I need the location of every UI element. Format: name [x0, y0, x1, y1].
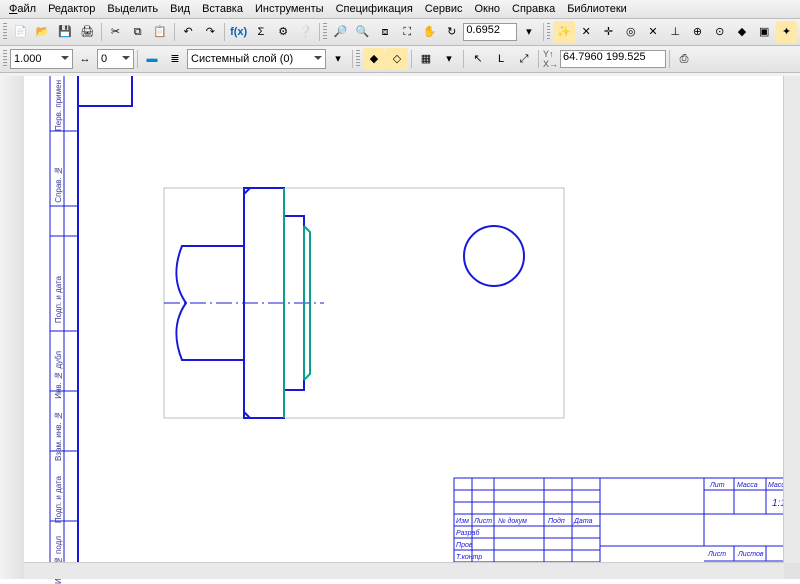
menu-window[interactable]: Окно	[469, 2, 505, 16]
sigma-icon[interactable]: Σ	[250, 21, 271, 43]
toolbar-properties: 1.000 ↔ 0 ▬ ≣ Системный слой (0) ▾ ◆ ◇ ▦…	[0, 46, 800, 73]
open-icon[interactable]: 📂	[32, 21, 53, 43]
snap-intersect-icon[interactable]: ✕	[642, 21, 663, 43]
side-label: Справ. №	[54, 166, 64, 203]
linetype-icon[interactable]: ↔	[74, 48, 96, 70]
toolbar-grip[interactable]	[3, 50, 7, 68]
zoom-dropdown-icon[interactable]: ▾	[518, 21, 539, 43]
layer-combo[interactable]: Системный слой (0)	[187, 49, 326, 69]
undo-icon[interactable]: ↶	[178, 21, 199, 43]
svg-text:Лист: Лист	[473, 518, 492, 525]
menu-bar: Файл Редактор Выделить Вид Вставка Инстр…	[0, 0, 800, 19]
zoom-fit-icon[interactable]: ⛶	[397, 21, 418, 43]
new-icon[interactable]: 📄	[10, 21, 31, 43]
copy-icon[interactable]: ⧉	[127, 21, 148, 43]
toolbar-grip[interactable]	[356, 50, 360, 68]
snap-mid-icon[interactable]: ✛	[598, 21, 619, 43]
svg-text:Разраб: Разраб	[456, 529, 480, 537]
step-combo[interactable]: 0	[97, 49, 134, 69]
snap-dyn-icon[interactable]: ✦	[776, 21, 797, 43]
side-label: Подп. и дата	[54, 476, 64, 523]
style-icon[interactable]: ▬	[141, 48, 163, 70]
zoom-out-icon[interactable]: 🔍	[352, 21, 373, 43]
paste-icon[interactable]: 📋	[149, 21, 170, 43]
grid-drop-icon[interactable]: ▾	[438, 48, 460, 70]
menu-help[interactable]: Справка	[507, 2, 560, 16]
svg-text:№ докум: № докум	[498, 517, 527, 525]
layers-icon[interactable]: ≣	[164, 48, 186, 70]
misc-btn-icon[interactable]: ⎙	[673, 48, 695, 70]
zoom-in-icon[interactable]: 🔎	[330, 21, 351, 43]
redo-icon[interactable]: ↷	[200, 21, 221, 43]
drawing-canvas[interactable]: Изм Лист № докум Подп Дата Разраб Пров Т.…	[24, 76, 800, 563]
toolbar-standard: 📄 📂 💾 🖨 ✂ ⧉ 📋 ↶ ↷ f(x) Σ ⚙ ❔ 🔎 🔍 ⧈ ⛶ ✋ ↻…	[0, 19, 800, 46]
mode-1-icon[interactable]: ◆	[363, 48, 385, 70]
snap-end-icon[interactable]: ✕	[576, 21, 597, 43]
side-label: Взам. инв. №	[54, 411, 64, 461]
print-icon[interactable]: 🖨	[77, 21, 98, 43]
sheet-frame	[78, 76, 796, 563]
horizontal-scrollbar[interactable]	[24, 562, 784, 579]
menu-service[interactable]: Сервис	[420, 2, 468, 16]
snap-near-icon[interactable]: ⊙	[709, 21, 730, 43]
redraw-icon[interactable]: ↻	[441, 21, 462, 43]
mode-2-icon[interactable]: ◇	[386, 48, 408, 70]
menu-view[interactable]: Вид	[165, 2, 195, 16]
zoom-window-icon[interactable]: ⧈	[374, 21, 395, 43]
svg-text:Изм: Изм	[456, 518, 469, 525]
menu-spec[interactable]: Спецификация	[331, 2, 418, 16]
menu-select[interactable]: Выделить	[102, 2, 163, 16]
svg-text:Подп: Подп	[548, 517, 565, 525]
toolbar-left	[0, 76, 25, 579]
svg-text:Т.контр: Т.контр	[456, 554, 482, 561]
pan-icon[interactable]: ✋	[419, 21, 440, 43]
snap-node-icon[interactable]: ◆	[731, 21, 752, 43]
toolbar-grip[interactable]	[323, 23, 327, 41]
snap-center-icon[interactable]: ◎	[620, 21, 641, 43]
frame-notch	[78, 76, 132, 106]
help-icon[interactable]: ❔	[295, 21, 316, 43]
coordinates-input[interactable]: 64.7960 199.525	[560, 50, 666, 68]
svg-text:Дата: Дата	[573, 518, 593, 525]
svg-text:Листов: Листов	[737, 551, 764, 558]
snap-perp-icon[interactable]: ⊥	[665, 21, 686, 43]
gear-icon[interactable]: ⚙	[273, 21, 294, 43]
title-block-text: Изм Лист № докум Подп Дата Разраб Пров Т.…	[455, 481, 800, 563]
menu-file[interactable]: Файл	[4, 2, 41, 16]
svg-text:Лит: Лит	[709, 482, 725, 489]
side-label: Инв. № дубл	[54, 351, 64, 399]
menu-editor[interactable]: Редактор	[43, 2, 100, 16]
ortho-icon[interactable]: L	[490, 48, 512, 70]
menu-insert[interactable]: Вставка	[197, 2, 248, 16]
layer-manager-icon[interactable]: ▾	[327, 48, 349, 70]
cursor-icon[interactable]: ↖	[467, 48, 489, 70]
side-label: Перв. примен	[54, 80, 64, 131]
end-view-circle[interactable]	[464, 226, 524, 286]
menu-tools[interactable]: Инструменты	[250, 2, 329, 16]
side-label: Подп. и дата	[54, 276, 64, 323]
save-icon[interactable]: 💾	[54, 21, 75, 43]
fx-icon[interactable]: f(x)	[228, 21, 249, 43]
toolbar-grip[interactable]	[547, 23, 551, 41]
svg-text:Масса: Масса	[737, 482, 758, 489]
zoom-value-input[interactable]: 0.6952	[463, 23, 517, 41]
vertical-scrollbar[interactable]	[783, 76, 800, 563]
svg-text:Лист: Лист	[707, 551, 726, 558]
local-cs-icon[interactable]: ⤢	[513, 48, 535, 70]
snap-tangent-icon[interactable]: ⊕	[687, 21, 708, 43]
toolbar-grip[interactable]	[3, 23, 7, 41]
cut-icon[interactable]: ✂	[105, 21, 126, 43]
menu-libraries[interactable]: Библиотеки	[562, 2, 632, 16]
snap-toggle-icon[interactable]: ✨	[553, 21, 574, 43]
grid-icon[interactable]: ▦	[415, 48, 437, 70]
scale-combo[interactable]: 1.000	[10, 49, 73, 69]
svg-text:Пров: Пров	[456, 542, 473, 549]
scroll-corner	[784, 563, 800, 579]
snap-quad-icon[interactable]: ▣	[754, 21, 775, 43]
